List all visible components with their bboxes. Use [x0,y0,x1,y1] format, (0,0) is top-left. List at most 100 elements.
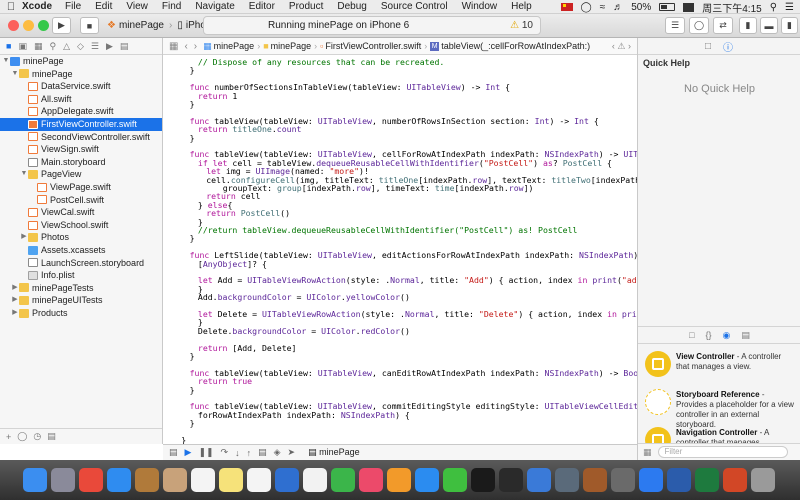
issue-icon[interactable]: △ [63,41,70,52]
menu-product[interactable]: Product [289,1,323,12]
apple-menu-icon[interactable]:  [0,1,22,13]
navigator-item[interactable]: ViewPage.swift [0,181,162,194]
menu-debug[interactable]: Debug [337,1,366,12]
add-icon[interactable]: + [6,432,11,442]
assistant-editor-button[interactable]: ◯ [689,17,709,34]
keynote-icon[interactable] [639,468,663,492]
menu-edit[interactable]: Edit [95,1,112,12]
grid-icon[interactable]: ▦ [643,447,652,458]
code-area[interactable]: // Dispose of any resources that can be … [163,55,637,444]
trash-icon[interactable] [751,468,775,492]
source-control-icon[interactable]: ▣ [18,41,27,52]
menu-file[interactable]: File [65,1,81,12]
disclosure-closed-icon[interactable]: ▶ [11,282,19,295]
terminal-like-icon[interactable] [499,468,523,492]
circle-icon[interactable]: ◯ [581,2,592,13]
library-item[interactable]: Storyboard Reference - Provides a placeh… [638,386,800,429]
volume-icon[interactable]: ♬ [613,2,623,13]
memory-graph-icon[interactable]: ◈ [274,447,281,458]
quick-help-icon[interactable]: ⓘ [723,39,733,54]
code-snippet-icon[interactable]: {} [706,330,712,340]
view-hierarchy-icon[interactable]: ▤ [258,447,267,458]
navigator-item[interactable]: FirstViewController.swift [0,117,162,131]
reminders-icon[interactable] [247,468,271,492]
preview-icon[interactable] [555,468,579,492]
step-out-icon[interactable]: ↑ [247,448,252,458]
wifi-icon[interactable]: ≈ [600,2,606,13]
standard-editor-button[interactable]: ☰ [665,17,685,34]
find-icon[interactable]: ⚲ [49,41,56,52]
zoom-window-button[interactable] [38,20,49,31]
menu-editor[interactable]: Editor [249,1,275,12]
scm-filter-icon[interactable]: ▤ [47,431,56,442]
battery-icon[interactable] [659,3,676,11]
navigator-item[interactable]: AppDelegate.swift [0,105,162,118]
photo-icon[interactable] [135,468,159,492]
jump-crumb[interactable]: FirstViewController.swift [325,41,421,51]
navigator-item[interactable]: Main.storyboard [0,156,162,169]
debug-icon[interactable]: ☰ [91,41,99,52]
folder-icon[interactable]: ■ [6,41,11,51]
jump-crumb[interactable]: minePage [271,41,312,51]
editor-options[interactable]: ‹ ⚠ › [612,41,631,52]
navigator-item[interactable]: DataService.swift [0,80,162,93]
launchpad-icon[interactable] [51,468,75,492]
navigator-item[interactable]: Assets.xcassets [0,244,162,257]
navigator-item[interactable]: ▶ minePageUITests [0,294,162,307]
navigator-item[interactable]: ▶ Photos [0,231,162,244]
menu-list-icon[interactable]: ☰ [785,2,794,13]
navigator-item[interactable]: ViewCal.swift [0,206,162,219]
clock[interactable]: 周三下午4:15 [702,0,761,15]
disclosure-open-icon[interactable]: ▼ [11,68,19,81]
menu-help[interactable]: Help [511,1,532,12]
debug-scheme[interactable]: ▤ minePage [308,447,360,458]
navigator-item[interactable]: ▼ minePage [0,68,162,81]
disclosure-closed-icon[interactable]: ▶ [11,307,19,320]
navigator-item[interactable]: ▼ PageView [0,168,162,181]
minimize-window-button[interactable] [23,20,34,31]
breakpoints-icon[interactable]: ▶ [185,447,192,458]
app-menu[interactable]: Xcode [22,1,52,12]
menu-window[interactable]: Window [462,1,498,12]
symbol-icon[interactable]: ▦ [34,41,43,52]
pause-icon[interactable]: ❚❚ [198,447,213,458]
messages-blue-icon[interactable] [275,468,299,492]
navigator-item[interactable]: SecondViewController.swift [0,131,162,144]
wechat-icon[interactable] [443,468,467,492]
warning-indicator[interactable]: ⚠ 10 [510,20,533,31]
run-button[interactable]: ▶ [52,17,71,34]
navigator-item[interactable]: ▶ minePageTests [0,282,162,295]
flag-icon[interactable] [560,3,573,11]
powerpoint-icon[interactable] [723,468,747,492]
debug-area-toggle-icon[interactable]: ▤ [169,447,178,458]
sketch-icon[interactable] [583,468,607,492]
excel-icon[interactable] [695,468,719,492]
close-window-button[interactable] [8,20,19,31]
facetime-icon[interactable] [331,468,355,492]
input-source-icon[interactable] [683,2,695,12]
related-items-icon[interactable]: ▦ [169,41,178,52]
simulator-icon[interactable] [611,468,635,492]
file-template-icon[interactable]: □ [689,330,694,340]
menu-source-control[interactable]: Source Control [381,1,448,12]
calendar-icon[interactable] [191,468,215,492]
disclosure-closed-icon[interactable]: ▶ [11,294,19,307]
navigator-item[interactable]: ▼ minePage [0,55,162,68]
debug-toggle-button[interactable]: ▬ [760,17,778,34]
disclosure-open-icon[interactable]: ▼ [2,55,10,68]
music-icon[interactable] [359,468,383,492]
recent-icon[interactable]: ◷ [33,431,41,442]
jump-crumb[interactable]: minePage [214,41,255,51]
safari-icon[interactable] [107,468,131,492]
app-store-icon[interactable] [415,468,439,492]
forward-icon[interactable]: › [194,41,197,52]
navigator-item[interactable]: ViewSign.swift [0,143,162,156]
menu-navigate[interactable]: Navigate [195,1,234,12]
file-inspector-icon[interactable]: □ [705,41,711,52]
navigator-item[interactable]: PostCell.swift [0,194,162,207]
step-in-icon[interactable]: ↓ [235,448,240,458]
navigator-toggle-button[interactable]: ▮ [739,17,757,34]
back-icon[interactable]: ‹ [184,41,187,52]
jump-crumb[interactable]: tableView(_:cellForRowAtIndexPath:) [441,41,590,51]
test-icon[interactable]: ◇ [77,41,84,52]
